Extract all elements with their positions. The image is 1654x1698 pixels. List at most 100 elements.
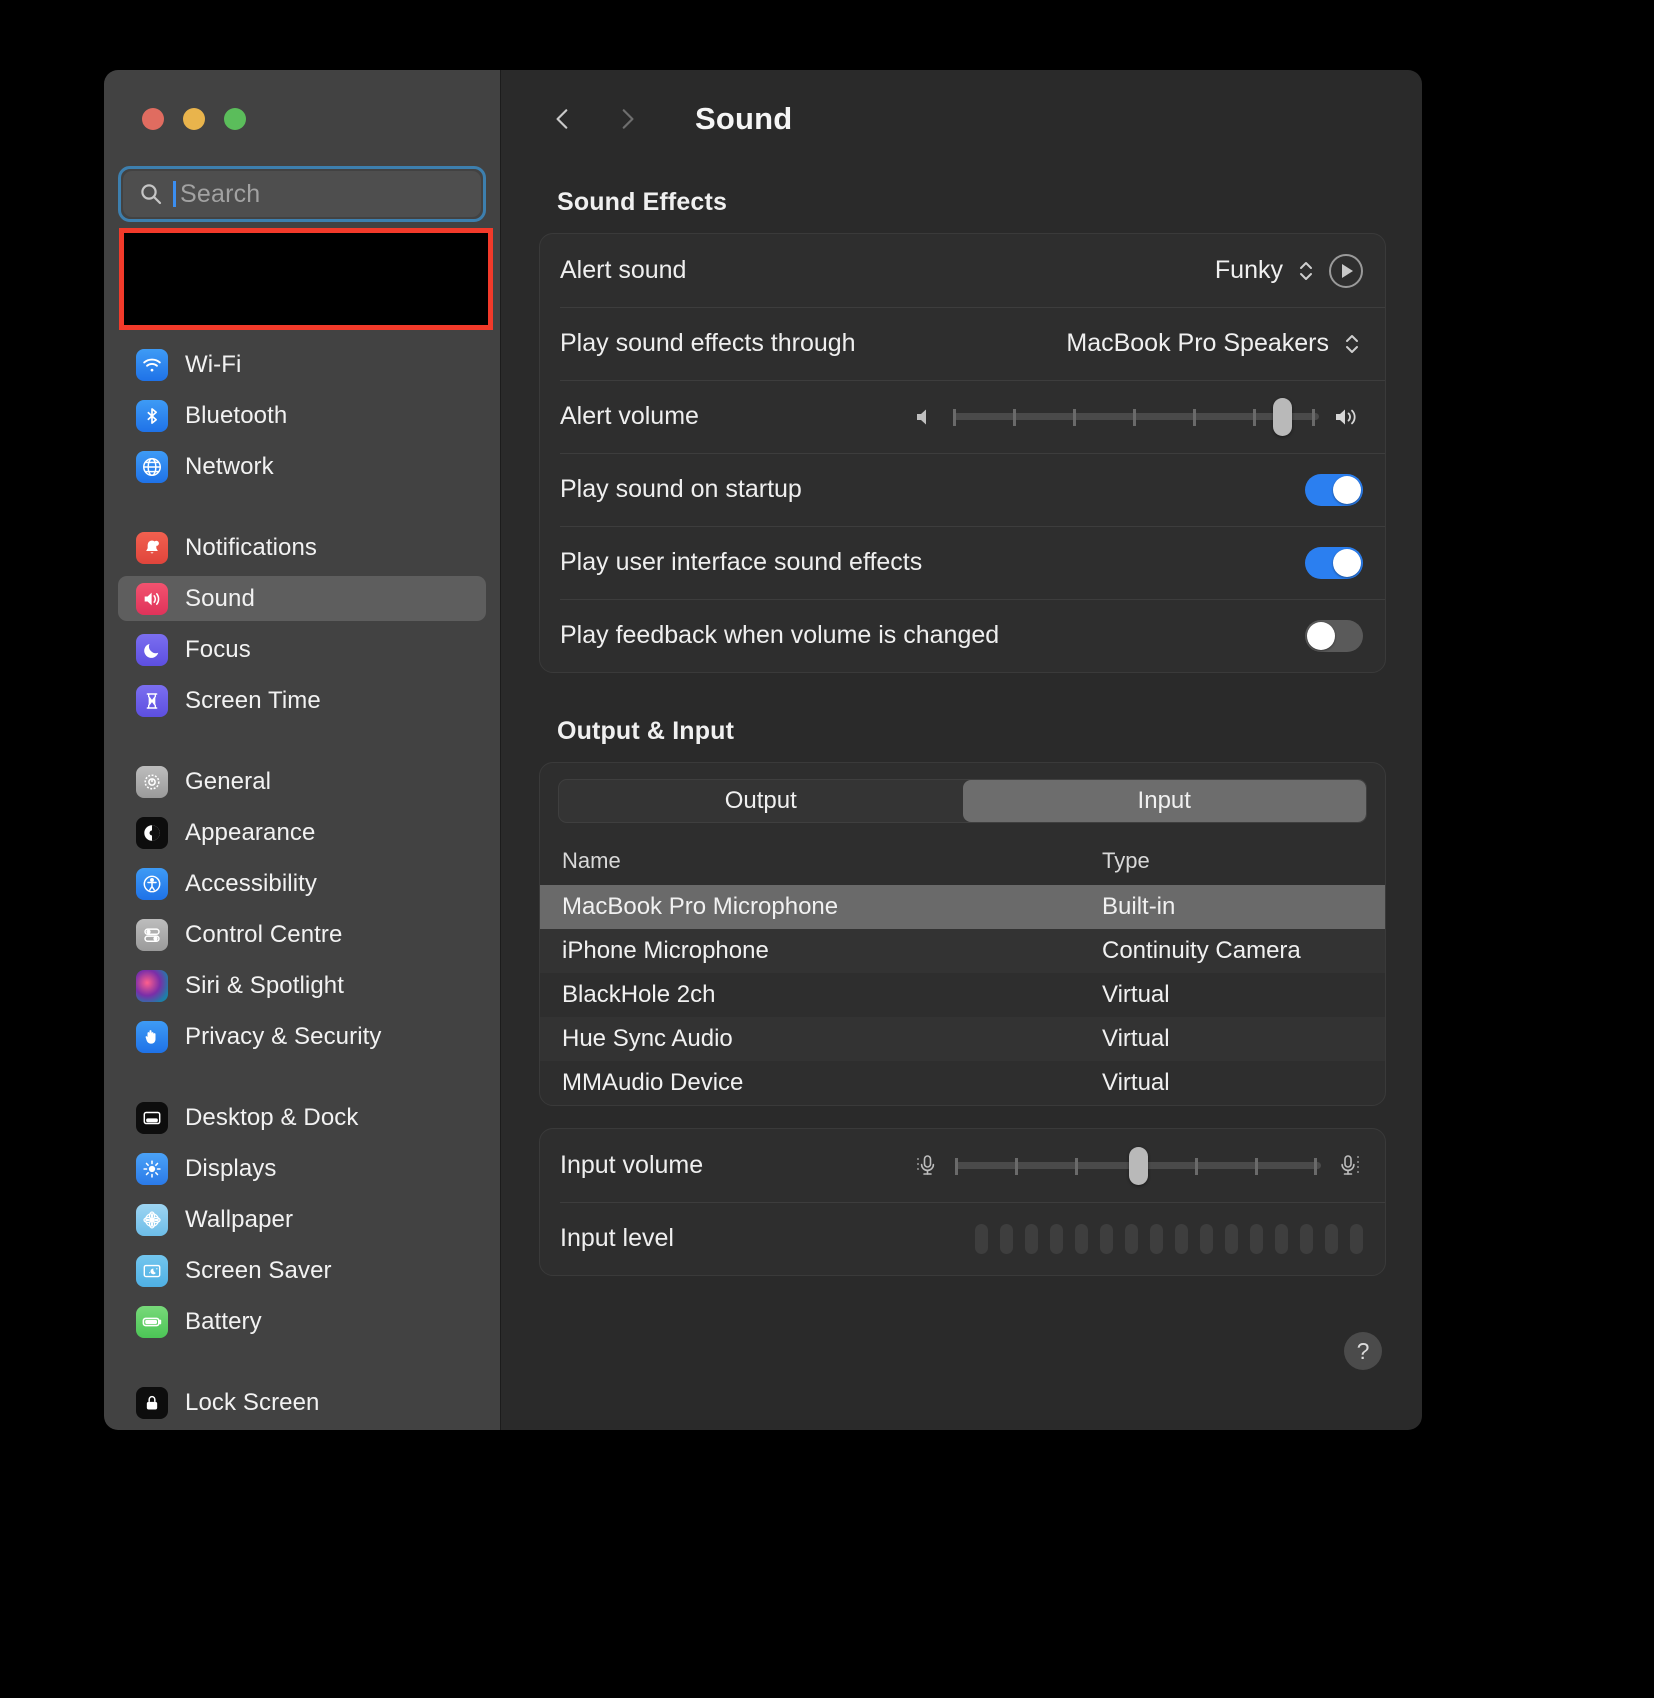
table-row[interactable]: BlackHole 2ch Virtual: [540, 973, 1385, 1017]
microphone-low-icon: [913, 1151, 941, 1181]
help-icon[interactable]: ?: [1344, 1332, 1382, 1370]
sidebar-item-wi-fi[interactable]: Wi-Fi: [118, 342, 486, 387]
sidebar-item-label: Lock Screen: [185, 1388, 320, 1416]
sidebar-item-privacy-security[interactable]: Privacy & Security: [118, 1014, 486, 1059]
main-content: Sound Sound Effects Alert sound Funky Pl…: [501, 70, 1422, 1430]
sound-speaker-icon: [136, 582, 168, 615]
sidebar-group-general: General Appearance Accessibility Control…: [104, 759, 500, 1059]
sidebar-nav: Wi-Fi Bluetooth Network Notifications So…: [104, 342, 500, 1430]
sidebar-group-system: Notifications Sound Focus Screen Time: [104, 525, 500, 723]
table-row[interactable]: iPhone Microphone Continuity Camera: [540, 929, 1385, 973]
sidebar-item-label: Appearance: [185, 818, 316, 846]
play-ui-sound-effects-label: Play user interface sound effects: [560, 548, 923, 576]
input-volume-row: Input volume: [540, 1129, 1385, 1202]
sidebar-item-screen-saver[interactable]: Screen Saver: [118, 1248, 486, 1293]
system-settings-window: Search Wi-Fi Bluetooth Network Notificat…: [104, 70, 1422, 1430]
chevron-right-icon[interactable]: [607, 99, 647, 139]
screen-saver-icon: [136, 1254, 168, 1287]
sidebar-item-screen-time[interactable]: Screen Time: [118, 678, 486, 723]
alert-volume-slider[interactable]: [913, 397, 1363, 436]
tab-input[interactable]: Input: [962, 780, 1366, 822]
screenshot-root: Search Wi-Fi Bluetooth Network Notificat…: [0, 0, 1654, 1698]
sidebar-item-bluetooth[interactable]: Bluetooth: [118, 393, 486, 438]
search-icon: [139, 182, 163, 206]
close-button[interactable]: [142, 108, 164, 130]
sidebar-item-accessibility[interactable]: Accessibility: [118, 861, 486, 906]
minimize-button[interactable]: [183, 108, 205, 130]
device-type: Virtual: [1102, 981, 1170, 1008]
alert-volume-row: Alert volume: [540, 380, 1385, 453]
table-row[interactable]: MacBook Pro Microphone Built-in: [540, 885, 1385, 929]
main-toolbar: Sound: [501, 70, 1422, 168]
privacy-hand-icon: [136, 1020, 168, 1053]
play-sound-effects-through-label: Play sound effects through: [560, 329, 856, 357]
speaker-high-icon: [1333, 405, 1363, 429]
notifications-bell-icon: [136, 531, 168, 564]
zoom-button[interactable]: [224, 108, 246, 130]
play-feedback-volume-row: Play feedback when volume is changed: [540, 599, 1385, 672]
alert-sound-value[interactable]: Funky: [1215, 256, 1283, 285]
sidebar-item-displays[interactable]: Displays: [118, 1146, 486, 1191]
sidebar-item-sound[interactable]: Sound: [118, 576, 486, 621]
play-circle-icon[interactable]: [1329, 253, 1363, 288]
play-sound-on-startup-row: Play sound on startup: [540, 453, 1385, 526]
table-row[interactable]: Hue Sync Audio Virtual: [540, 1017, 1385, 1061]
chevron-left-icon[interactable]: [543, 99, 583, 139]
device-type: Virtual: [1102, 1069, 1170, 1096]
sidebar-item-label: Notifications: [185, 533, 318, 561]
tab-output[interactable]: Output: [559, 780, 963, 822]
sidebar-item-label: Sound: [185, 584, 255, 612]
sidebar-item-network[interactable]: Network: [118, 444, 486, 489]
sidebar-item-label: Desktop & Dock: [185, 1103, 359, 1131]
input-volume-slider[interactable]: [913, 1146, 1363, 1185]
play-feedback-volume-label: Play feedback when volume is changed: [560, 621, 1000, 649]
input-controls-card: Input volume Input level: [539, 1128, 1386, 1276]
input-level-meter: [975, 1223, 1363, 1254]
sidebar-item-control-centre[interactable]: Control Centre: [118, 912, 486, 957]
alert-volume-thumb[interactable]: [1273, 397, 1292, 436]
output-input-card: Output Input Name Type MacBook Pro Micro…: [539, 762, 1386, 1106]
page-title: Sound: [695, 101, 793, 136]
sidebar-item-wallpaper[interactable]: Wallpaper: [118, 1197, 486, 1242]
play-feedback-volume-toggle[interactable]: [1305, 619, 1363, 652]
play-ui-sound-effects-row: Play user interface sound effects: [540, 526, 1385, 599]
device-name: BlackHole 2ch: [562, 981, 716, 1008]
alert-sound-label: Alert sound: [560, 256, 687, 284]
output-input-tabs: Output Input: [540, 763, 1385, 837]
device-type: Continuity Camera: [1102, 937, 1301, 964]
device-name: MMAudio Device: [562, 1069, 744, 1096]
sidebar-item-label: Bluetooth: [185, 401, 288, 429]
alert-volume-label: Alert volume: [560, 402, 699, 430]
sidebar-item-label: Screen Time: [185, 686, 321, 714]
siri-orb-icon: [136, 969, 168, 1002]
chevron-up-down-icon[interactable]: [1341, 328, 1363, 360]
sidebar: Search Wi-Fi Bluetooth Network Notificat…: [104, 70, 501, 1430]
focus-moon-icon: [136, 633, 168, 666]
speaker-low-icon: [913, 405, 939, 429]
table-header: Name Type: [540, 837, 1385, 885]
sidebar-item-battery[interactable]: Battery: [118, 1299, 486, 1344]
lock-screen-icon: [136, 1386, 168, 1419]
input-volume-track[interactable]: [955, 1146, 1321, 1185]
input-volume-thumb[interactable]: [1129, 1146, 1148, 1185]
play-ui-sound-effects-toggle[interactable]: [1305, 546, 1363, 579]
sidebar-item-siri-spotlight[interactable]: Siri & Spotlight: [118, 963, 486, 1008]
search-input[interactable]: Search: [123, 171, 481, 217]
device-name: MacBook Pro Microphone: [562, 893, 839, 920]
sidebar-item-notifications[interactable]: Notifications: [118, 525, 486, 570]
table-row[interactable]: MMAudio Device Virtual: [540, 1061, 1385, 1105]
general-gear-icon: [136, 765, 168, 798]
sidebar-item-desktop-dock[interactable]: Desktop & Dock: [118, 1095, 486, 1140]
play-sound-effects-through-value[interactable]: MacBook Pro Speakers: [1066, 329, 1329, 358]
play-sound-on-startup-toggle[interactable]: [1305, 473, 1363, 506]
sidebar-item-label: Siri & Spotlight: [185, 971, 345, 999]
sidebar-item-general[interactable]: General: [118, 759, 486, 804]
alert-volume-track[interactable]: [953, 397, 1319, 436]
chevron-up-down-icon[interactable]: [1295, 255, 1317, 287]
network-globe-icon: [136, 450, 168, 483]
sidebar-item-label: Focus: [185, 635, 251, 663]
sidebar-item-lock-screen[interactable]: Lock Screen: [118, 1380, 486, 1425]
input-level-row: Input level: [540, 1202, 1385, 1275]
sidebar-item-focus[interactable]: Focus: [118, 627, 486, 672]
sidebar-item-appearance[interactable]: Appearance: [118, 810, 486, 855]
